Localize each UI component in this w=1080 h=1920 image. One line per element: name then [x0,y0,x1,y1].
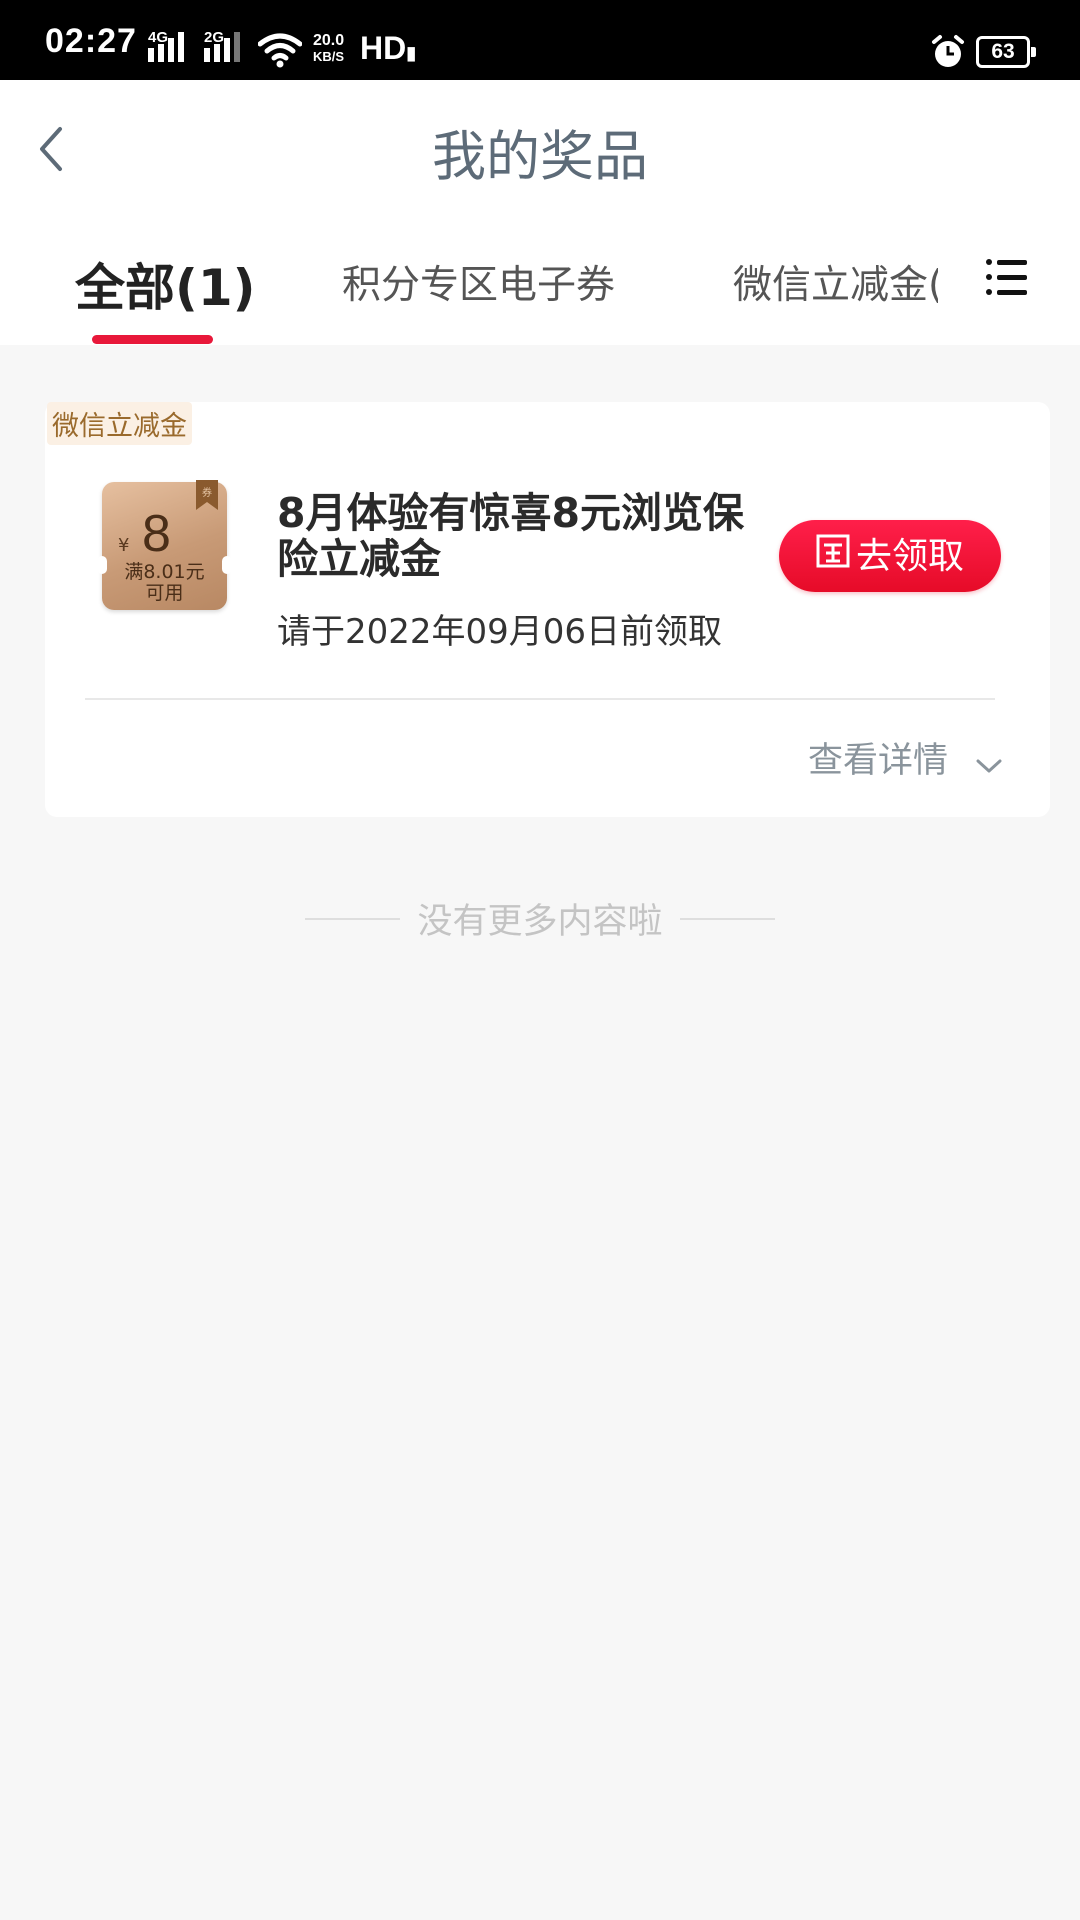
coupon-amount: 8 [142,505,171,563]
battery-icon: 63 [976,36,1036,68]
coupon-currency: ¥ [118,535,130,556]
hd-indicator: HD▮ [360,30,417,66]
signal-icon-1 [148,32,184,62]
header: 我的奖品 [0,80,1080,220]
tab-points-coupons[interactable]: 积分专区电子券 [342,254,615,310]
claim-button-label: 去领取 [855,536,964,577]
page-title: 我的奖品 [432,125,648,188]
speed-unit: KB/S [313,49,345,64]
tab-all[interactable]: 全部(1) [75,248,256,320]
network-speed: 20.0 KB/S [313,33,344,65]
coupon-condition: 满8.01元 可用 [102,562,227,604]
status-time: 02:27 [45,22,137,60]
prize-card: 微信立减金 券 ¥ 8 满8.01元 可用 8月体验有惊喜8元浏览保险立减金 请… [45,402,1050,817]
view-details-link[interactable]: 查看详情 [808,732,948,783]
coupon-condition-line2: 可用 [145,582,184,604]
divider-right [679,917,775,920]
signal-icon-2 [204,32,240,62]
tab-bar: 全部(1) 积分专区电子券 微信立减金( [0,220,1080,345]
wifi-icon [258,33,302,68]
speed-value: 20.0 [313,32,345,49]
card-divider [85,698,995,700]
end-of-list-hint: 没有更多内容啦 [0,893,1080,944]
prize-title: 8月体验有惊喜8元浏览保险立减金 [277,489,745,583]
menu-icon[interactable] [986,257,1028,297]
claim-icon [816,521,850,593]
coupon-badge: 券 ¥ 8 满8.01元 可用 [97,480,232,610]
chevron-down-icon[interactable] [975,757,1003,775]
coupon-condition-line1: 满8.01元 [124,561,205,583]
hd-label: HD [360,30,407,66]
alarm-icon [932,35,964,67]
divider-left [305,917,401,920]
claim-button[interactable]: 去领取 [779,520,1001,592]
tab-wechat-discount[interactable]: 微信立减金( [733,254,938,310]
active-tab-indicator [92,335,213,344]
end-of-list-text: 没有更多内容啦 [417,902,663,942]
battery-level: 63 [991,40,1015,63]
svg-text:券: 券 [202,486,212,499]
status-bar: 02:27 4G 2G 20.0 KB/S HD▮ 63 [0,0,1080,80]
bookmark-icon: 券 [196,480,218,510]
prize-deadline: 请于2022年09月06日前领取 [277,612,723,652]
prize-type-tag: 微信立减金 [47,402,192,445]
